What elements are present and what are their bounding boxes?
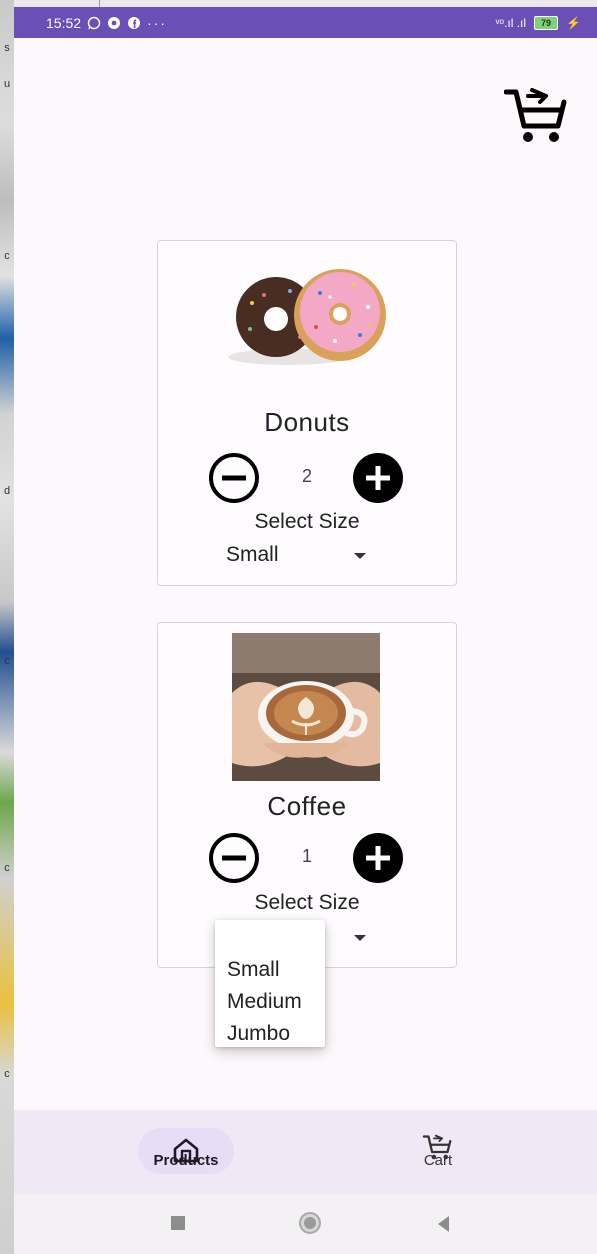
- coffee-image: [232, 633, 380, 781]
- battery-icon: 79: [534, 15, 559, 30]
- facebook-icon: [128, 16, 141, 29]
- increase-quantity-button[interactable]: [352, 832, 404, 889]
- nav-label-cart: Cart: [423, 1152, 453, 1169]
- nav-label-products: Products: [153, 1152, 219, 1169]
- size-dropdown[interactable]: Small: [226, 543, 376, 569]
- status-bar: 15:52 ··· ᵛᵒ.ıl .ıl 79 ⚡: [14, 7, 597, 38]
- status-time: 15:52: [46, 14, 82, 31]
- signal-icon: ᵛᵒ.ıl .ıl: [495, 15, 527, 30]
- bottom-navigation-bar: Products Cart: [14, 1110, 597, 1194]
- donuts-image: [220, 267, 400, 377]
- header-cart-button[interactable]: [503, 82, 570, 148]
- quantity-stepper: 1: [208, 832, 406, 883]
- charging-icon: ⚡: [566, 15, 581, 30]
- quantity-stepper: 2: [208, 452, 406, 503]
- home-button[interactable]: [299, 1212, 321, 1234]
- decrease-quantity-button[interactable]: [208, 452, 260, 509]
- increase-quantity-button[interactable]: [352, 452, 404, 509]
- product-card-donuts: Donuts 2 Select Size Small: [157, 240, 457, 586]
- add-to-cart-icon: [503, 88, 567, 142]
- dropdown-arrow-icon: [354, 935, 366, 941]
- back-button[interactable]: [438, 1216, 449, 1232]
- select-size-label: Select Size: [254, 891, 360, 914]
- size-option-medium[interactable]: Medium: [215, 986, 325, 1018]
- select-size-label: Select Size: [254, 510, 360, 533]
- size-option-small[interactable]: Small: [215, 954, 325, 986]
- dropdown-arrow-icon: [354, 553, 366, 559]
- decrease-quantity-button[interactable]: [208, 832, 260, 889]
- quantity-value: 2: [301, 466, 312, 486]
- whatsapp-icon: [87, 16, 101, 29]
- nav-tab-cart[interactable]: Cart: [398, 1128, 478, 1178]
- chrome-icon: [108, 16, 121, 29]
- product-name: Coffee: [267, 791, 347, 821]
- nav-tab-products[interactable]: Products: [138, 1128, 234, 1178]
- size-dropdown-menu: Small Medium Jumbo: [215, 920, 325, 1047]
- selected-size: Small: [226, 543, 279, 566]
- recent-apps-button[interactable]: [171, 1216, 185, 1230]
- minus-circle-icon: [209, 833, 259, 883]
- background-window-strip: s u c d c c c: [0, 0, 14, 1254]
- more-notifications-icon: ···: [147, 14, 168, 31]
- size-option-jumbo[interactable]: Jumbo: [215, 1018, 325, 1050]
- product-name: Donuts: [264, 407, 350, 437]
- system-navigation-bar: [14, 1194, 597, 1254]
- plus-circle-icon: [353, 453, 403, 503]
- window-top-edge: [14, 0, 597, 7]
- product-card-coffee: Coffee 1 Select Size: [157, 622, 457, 968]
- minus-circle-icon: [209, 453, 259, 503]
- plus-circle-icon: [353, 833, 403, 883]
- quantity-value: 1: [301, 846, 312, 866]
